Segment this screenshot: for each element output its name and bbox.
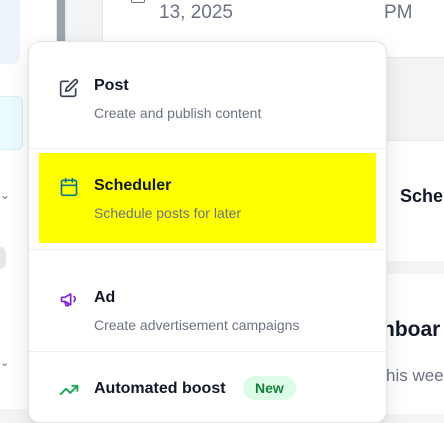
menu-item-description: Create advertisement campaigns [94, 317, 300, 333]
new-badge: New [243, 376, 296, 400]
date-text: 13, 2025 [159, 2, 233, 23]
menu-item-title: Automated boost [94, 380, 226, 397]
menu-item-title: Post [94, 77, 129, 94]
calendar-icon [131, 0, 145, 3]
calendar-icon [60, 177, 78, 197]
menu-item-description: Schedule posts for later [94, 205, 242, 221]
dashboard-title: nboar [382, 318, 441, 341]
sidebar-card[interactable] [0, 0, 20, 64]
divider [29, 148, 386, 149]
sidebar-toggle[interactable] [0, 247, 6, 269]
megaphone-icon [60, 293, 76, 307]
edit-icon [59, 78, 79, 98]
menu-item-title: Ad [94, 289, 116, 306]
week-subtitle: his wee [386, 366, 444, 385]
menu-item-post[interactable]: Post Create and publish content [29, 58, 386, 148]
menu-item-description: Create and publish content [94, 105, 262, 121]
trending-up-icon [59, 384, 79, 396]
chevron-down-icon[interactable]: ⌄ [0, 188, 10, 202]
menu-item-ad[interactable]: Ad Create advertisement campaigns [29, 262, 386, 352]
menu-item-automated-boost[interactable]: Automated boost New [29, 364, 386, 422]
chevron-down-icon[interactable]: ⌄ [0, 356, 9, 369]
section-title: Sche [400, 186, 444, 206]
sidebar-active-item[interactable] [0, 96, 23, 150]
divider [29, 249, 386, 250]
divider [29, 351, 386, 352]
menu-item-scheduler[interactable]: Scheduler Schedule posts for later [39, 153, 376, 243]
time-text: PM [384, 2, 413, 23]
menu-item-title: Scheduler [94, 177, 172, 194]
create-dropdown-menu: Post Create and publish content Schedule… [28, 41, 387, 423]
